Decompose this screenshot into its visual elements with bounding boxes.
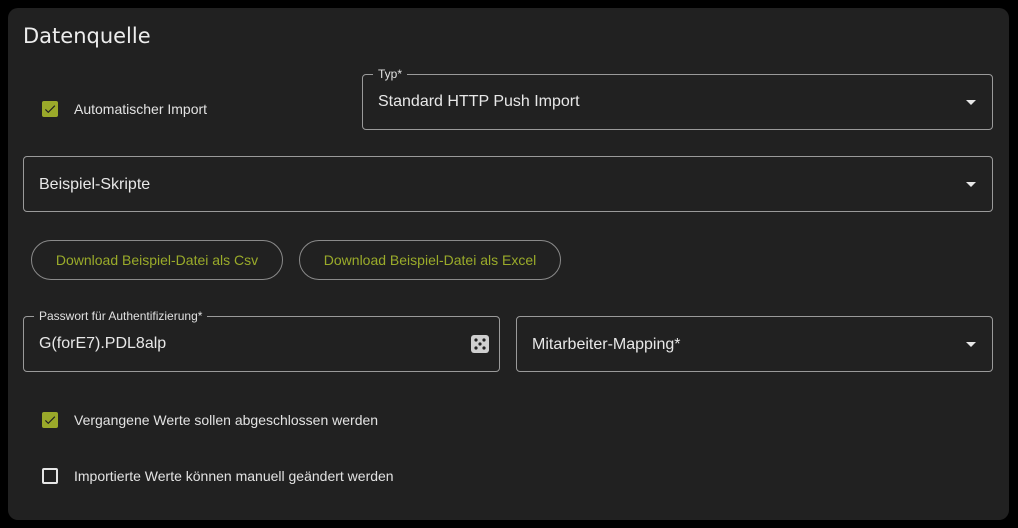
manual-edit-label: Importierte Werte können manuell geänder…: [74, 468, 394, 484]
download-excel-button[interactable]: Download Beispiel-Datei als Excel: [299, 240, 561, 280]
password-field-label: Passwort für Authentifizierung*: [34, 309, 208, 323]
close-past-checkbox-row[interactable]: Vergangene Werte sollen abgeschlossen we…: [42, 412, 378, 428]
manual-edit-checkbox[interactable]: [42, 468, 58, 484]
employee-mapping-chevron-down-icon[interactable]: [966, 342, 976, 347]
password-field[interactable]: Passwort für Authentifizierung* G(forE7)…: [23, 309, 500, 372]
auto-import-checkbox[interactable]: [42, 101, 58, 117]
section-title: Datenquelle: [23, 24, 151, 48]
datasource-card: Datenquelle Automatischer Import Typ* St…: [8, 8, 1009, 520]
example-scripts-select[interactable]: Beispiel-Skripte: [23, 156, 993, 212]
close-past-label: Vergangene Werte sollen abgeschlossen we…: [74, 412, 379, 428]
password-value[interactable]: G(forE7).PDL8alp: [39, 335, 166, 353]
type-select[interactable]: Typ* Standard HTTP Push Import: [362, 67, 993, 130]
check-icon: [44, 105, 56, 114]
dice-icon[interactable]: [471, 335, 489, 353]
manual-edit-checkbox-row[interactable]: Importierte Werte können manuell geänder…: [42, 468, 394, 484]
example-scripts-chevron-down-icon[interactable]: [966, 182, 976, 187]
auto-import-label: Automatischer Import: [74, 101, 208, 117]
auto-import-checkbox-row[interactable]: Automatischer Import: [42, 101, 207, 117]
download-csv-button[interactable]: Download Beispiel-Datei als Csv: [31, 240, 283, 280]
employee-mapping-value: Mitarbeiter-Mapping*: [532, 336, 681, 353]
close-past-checkbox[interactable]: [42, 412, 58, 428]
type-select-label: Typ*: [373, 67, 408, 81]
employee-mapping-select[interactable]: Mitarbeiter-Mapping*: [516, 316, 993, 372]
type-select-chevron-down-icon[interactable]: [966, 100, 976, 105]
example-scripts-value: Beispiel-Skripte: [39, 176, 151, 193]
check-icon: [44, 416, 56, 425]
type-select-value: Standard HTTP Push Import: [378, 93, 580, 110]
